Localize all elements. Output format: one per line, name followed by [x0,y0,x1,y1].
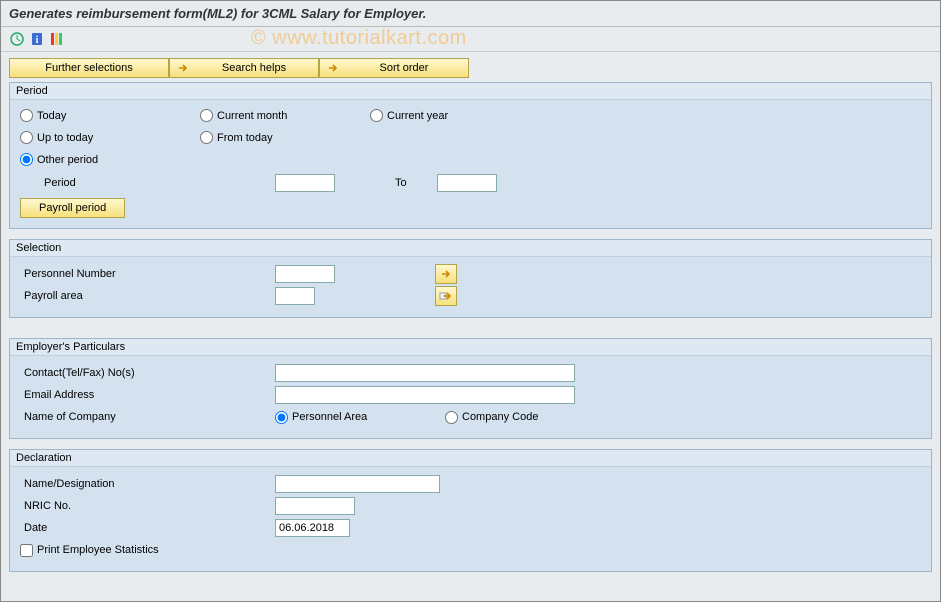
radio-personnel-area-input[interactable] [275,411,288,424]
period-to-input[interactable] [437,174,497,192]
nric-input[interactable] [275,497,355,515]
radio-today-label: Today [37,110,66,122]
radio-today[interactable]: Today [20,109,66,122]
radio-current-month-label: Current month [217,110,287,122]
payroll-period-button[interactable]: Payroll period [20,198,125,218]
radio-company-code-label: Company Code [462,411,538,423]
radio-other-period[interactable]: Other period [20,153,98,166]
declaration-group: Declaration Name/Designation NRIC No. Da… [9,449,932,572]
payroll-area-multi-button[interactable] [435,286,457,306]
employer-title: Employer's Particulars [10,339,931,356]
radio-up-to-today[interactable]: Up to today [20,131,93,144]
period-from-input[interactable] [275,174,335,192]
further-selections-button[interactable]: Further selections [9,58,169,78]
radio-company-code-input[interactable] [445,411,458,424]
date-label: Date [20,522,275,534]
arrow-right-icon [176,61,190,75]
radio-from-today[interactable]: From today [200,131,273,144]
email-label: Email Address [20,389,275,401]
execute-icon[interactable] [9,31,25,47]
radio-other-period-label: Other period [37,154,98,166]
contact-input[interactable] [275,364,575,382]
sap-window: Generates reimbursement form(ML2) for 3C… [0,0,941,602]
personnel-number-multi-button[interactable] [435,264,457,284]
radio-current-month-input[interactable] [200,109,213,122]
app-toolbar: i [1,27,940,52]
selection-toolbar: Further selections Search helps Sort ord… [9,58,932,78]
sort-order-label: Sort order [380,62,429,74]
radio-company-code[interactable]: Company Code [445,411,538,424]
email-input[interactable] [275,386,575,404]
title-bar: Generates reimbursement form(ML2) for 3C… [1,1,940,27]
radio-up-to-today-label: Up to today [37,132,93,144]
search-helps-label: Search helps [222,62,286,74]
arrow-right-filled-icon [439,289,453,303]
radio-from-today-input[interactable] [200,131,213,144]
payroll-area-label: Payroll area [20,290,275,302]
further-selections-label: Further selections [45,62,132,74]
period-field-label: Period [20,177,275,189]
search-helps-button[interactable]: Search helps [169,58,319,78]
radio-current-year-label: Current year [387,110,448,122]
radio-current-year-input[interactable] [370,109,383,122]
nric-label: NRIC No. [20,500,275,512]
name-designation-input[interactable] [275,475,440,493]
radio-today-input[interactable] [20,109,33,122]
radio-personnel-area-label: Personnel Area [292,411,367,423]
personnel-number-label: Personnel Number [20,268,275,280]
radio-other-period-input[interactable] [20,153,33,166]
period-title: Period [10,83,931,100]
radio-current-month[interactable]: Current month [200,109,287,122]
radio-personnel-area[interactable]: Personnel Area [275,411,445,424]
selection-title: Selection [10,240,931,257]
radio-current-year[interactable]: Current year [370,109,448,122]
contact-label: Contact(Tel/Fax) No(s) [20,367,275,379]
selection-group: Selection Personnel Number Payroll area [9,239,932,318]
employer-group: Employer's Particulars Contact(Tel/Fax) … [9,338,932,439]
window-title: Generates reimbursement form(ML2) for 3C… [9,6,426,21]
company-label: Name of Company [20,411,275,423]
arrow-right-icon [439,267,453,281]
sort-order-button[interactable]: Sort order [319,58,469,78]
date-input[interactable] [275,519,350,537]
content-area: Further selections Search helps Sort ord… [1,52,940,588]
payroll-area-input[interactable] [275,287,315,305]
arrow-right-icon [326,61,340,75]
radio-up-to-today-input[interactable] [20,131,33,144]
period-to-label: To [395,177,407,189]
print-stats-input[interactable] [20,544,33,557]
print-stats-checkbox[interactable]: Print Employee Statistics [20,544,159,557]
declaration-title: Declaration [10,450,931,467]
svg-text:i: i [36,35,39,46]
personnel-number-input[interactable] [275,265,335,283]
print-stats-label: Print Employee Statistics [37,544,159,556]
radio-from-today-label: From today [217,132,273,144]
color-bars-icon[interactable] [49,31,65,47]
period-group: Period Today Current month [9,82,932,229]
payroll-period-label: Payroll period [39,202,106,214]
info-icon[interactable]: i [29,31,45,47]
name-designation-label: Name/Designation [20,478,275,490]
